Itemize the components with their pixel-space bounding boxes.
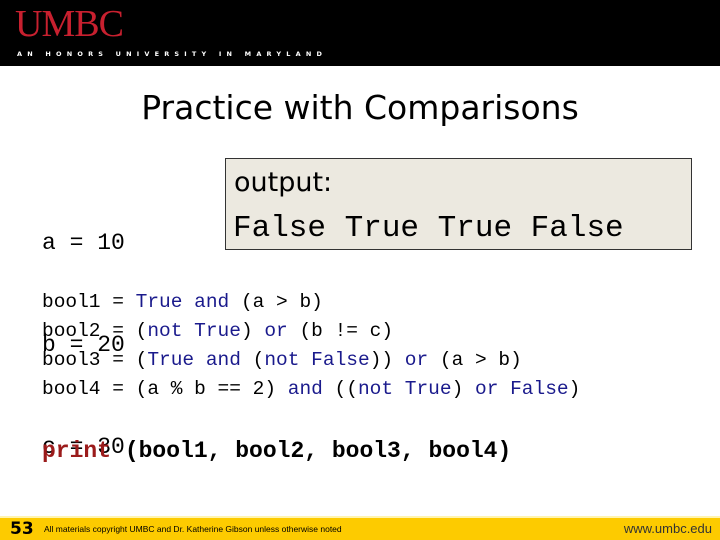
output-label: output: [234, 167, 333, 198]
code-line: bool2 = (not True) or (b != c) [42, 317, 580, 346]
code-text: ) [451, 378, 475, 400]
slide-title: Practice with Comparisons [141, 88, 579, 127]
code-keyword: and [287, 378, 323, 400]
output-box: output: False True True False [225, 158, 692, 250]
code-keyword: not [264, 349, 300, 371]
code-keyword: or [264, 320, 288, 342]
code-keyword: or [475, 378, 499, 400]
output-value: False True True False [233, 211, 624, 246]
copyright-notice: All materials copyright UMBC and Dr. Kat… [44, 524, 342, 534]
print-statement: print (bool1, bool2, bool3, bool4) [42, 438, 511, 464]
code-text: ) [240, 320, 265, 342]
variable-line: a = 10 [42, 230, 125, 256]
code-keyword: not [357, 378, 394, 400]
code-keyword: False [510, 378, 569, 400]
footer-bar: 53 All materials copyright UMBC and Dr. … [0, 516, 720, 540]
print-keyword: print [42, 438, 112, 464]
slide-number: 53 [10, 519, 34, 539]
code-keyword: True [147, 349, 195, 371]
code-text: (( [322, 378, 358, 400]
code-keyword: and [205, 349, 241, 371]
code-line: bool1 = True and (a > b) [42, 288, 580, 317]
code-text: bool2 = ( [42, 320, 148, 342]
code-text: (a > b) [229, 291, 323, 313]
code-text: ( [240, 349, 265, 371]
code-text: bool3 = ( [42, 349, 148, 371]
code-text: bool1 = [42, 291, 136, 313]
code-keyword: True [194, 320, 241, 342]
code-block: bool1 = True and (a > b) bool2 = (not Tru… [42, 288, 580, 404]
code-keyword: True [135, 291, 183, 313]
code-keyword: True [404, 378, 452, 400]
umbc-logo: UMBC [15, 3, 124, 45]
print-arguments: (bool1, bool2, bool3, bool4) [111, 438, 512, 464]
code-line: bool4 = (a % b == 2) and ((not True) or … [42, 375, 580, 404]
code-keyword: or [404, 349, 429, 371]
code-text: (b != c) [287, 320, 394, 342]
code-text: ) [568, 378, 581, 400]
code-keyword: and [194, 291, 230, 313]
code-text: (a > b) [428, 349, 522, 371]
code-keyword: not [147, 320, 183, 342]
code-text: bool4 = (a % b == 2) [42, 378, 288, 400]
website-link[interactable]: www.umbc.edu [624, 518, 712, 540]
university-tagline: AN HONORS UNIVERSITY IN MARYLAND [17, 50, 328, 58]
header-banner: UMBC AN HONORS UNIVERSITY IN MARYLAND [0, 0, 720, 66]
code-line: bool3 = (True and (not False)) or (a > b… [42, 346, 580, 375]
code-text: )) [369, 349, 405, 371]
code-keyword: False [311, 349, 370, 371]
